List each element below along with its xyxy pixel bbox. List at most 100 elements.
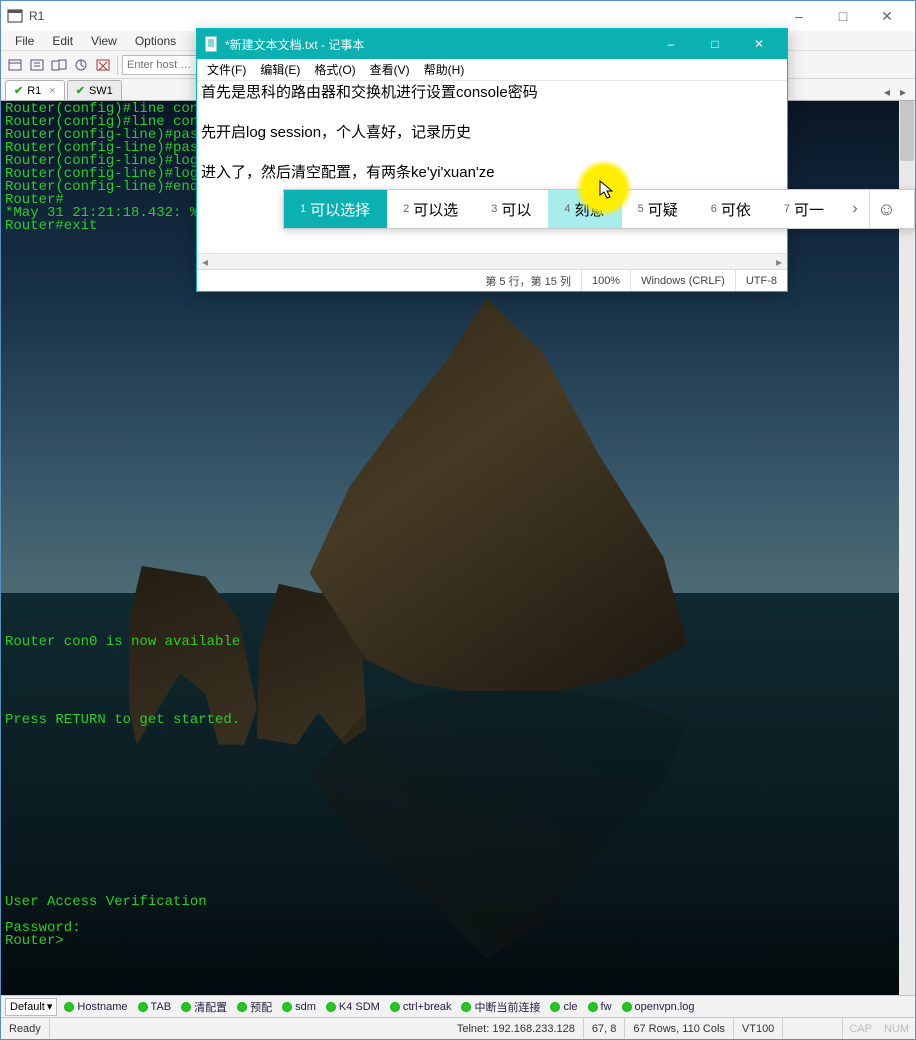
- ime-candidate-number: 1: [300, 203, 306, 215]
- ime-candidate-text: 可以选: [413, 199, 458, 220]
- check-icon: ✔: [76, 84, 85, 97]
- notepad-line: 进入了，然后清空配置，有两条ke'yi'xuan'ze: [201, 163, 783, 183]
- menu-view[interactable]: View: [83, 32, 125, 50]
- dropdown-label: Default: [10, 1001, 45, 1013]
- toolbar-icon-4[interactable]: [71, 55, 91, 75]
- tab-close-icon[interactable]: ×: [49, 85, 55, 97]
- ime-candidate[interactable]: 6可依: [695, 190, 768, 228]
- ime-candidate[interactable]: 5可疑: [622, 190, 695, 228]
- macro-group-dropdown[interactable]: Default ▾: [5, 998, 57, 1016]
- np-status-eol: Windows (CRLF): [630, 270, 735, 291]
- macro-label: sdm: [295, 1001, 316, 1013]
- np-status-zoom: 100%: [581, 270, 630, 291]
- notepad-hscrollbar[interactable]: ◂ ▸: [197, 253, 787, 269]
- ime-candidate[interactable]: 1 可以选择: [284, 190, 387, 228]
- menu-options[interactable]: Options: [127, 32, 184, 50]
- macro-label: fw: [601, 1001, 612, 1013]
- notepad-window[interactable]: *新建文本文档.txt - 记事本 – □ ✕ 文件(F) 编辑(E) 格式(O…: [196, 28, 788, 292]
- notepad-close-button[interactable]: ✕: [737, 30, 781, 58]
- ime-candidate[interactable]: 2 可以选: [387, 190, 475, 228]
- toolbar-icon-3[interactable]: [49, 55, 69, 75]
- notepad-titlebar[interactable]: *新建文本文档.txt - 记事本 – □ ✕: [197, 29, 787, 59]
- status-cursor: 67, 8: [584, 1018, 625, 1039]
- toolbar-separator: [117, 55, 118, 75]
- menu-file[interactable]: File: [7, 32, 42, 50]
- toolbar-icon-2[interactable]: [27, 55, 47, 75]
- ime-candidate-number: 6: [711, 203, 717, 215]
- ime-candidate-number: 2: [403, 203, 409, 215]
- toolbar-icon-1[interactable]: [5, 55, 25, 75]
- app-icon: [7, 8, 23, 24]
- macro-button[interactable]: openvpn.log: [619, 999, 698, 1015]
- ime-candidate-text: 可以选择: [310, 199, 370, 220]
- notepad-menubar: 文件(F) 编辑(E) 格式(O) 查看(V) 帮助(H): [197, 59, 787, 81]
- np-menu-help[interactable]: 帮助(H): [418, 59, 471, 80]
- ime-candidate-bar[interactable]: 1 可以选择 2 可以选 3 可以 4 刻意 5可疑6可依7可一›☺: [283, 189, 915, 229]
- ime-candidate[interactable]: 4 刻意: [548, 190, 621, 228]
- macro-button[interactable]: K4 SDM: [323, 999, 383, 1015]
- macro-button[interactable]: 预配: [234, 999, 275, 1015]
- scroll-left-icon[interactable]: ◂: [197, 254, 213, 270]
- status-telnet: Telnet: 192.168.233.128: [449, 1018, 584, 1039]
- ime-next-icon[interactable]: ›: [841, 190, 869, 228]
- macro-bar: Default ▾ Hostname TAB 清配置 预配 sdm K4 SDM ctrl+…: [1, 995, 915, 1017]
- macro-dot-icon: [181, 1002, 191, 1012]
- macro-dot-icon: [64, 1002, 74, 1012]
- ime-candidate-text: 可以: [501, 199, 531, 220]
- main-titlebar[interactable]: R1 – □ ✕: [1, 1, 915, 31]
- macro-dot-icon: [326, 1002, 336, 1012]
- np-menu-edit[interactable]: 编辑(E): [254, 59, 306, 80]
- menu-edit[interactable]: Edit: [44, 32, 81, 50]
- window-title: R1: [29, 9, 777, 23]
- status-size: 67 Rows, 110 Cols: [625, 1018, 734, 1039]
- macro-button[interactable]: fw: [585, 999, 615, 1015]
- ime-candidate-number: 3: [491, 203, 497, 215]
- status-bar: Ready Telnet: 192.168.233.128 67, 8 67 R…: [1, 1017, 915, 1039]
- np-menu-file[interactable]: 文件(F): [201, 59, 252, 80]
- ime-candidate-text: 可一: [794, 199, 824, 220]
- minimize-button[interactable]: –: [777, 2, 821, 30]
- macro-label: cle: [563, 1001, 577, 1013]
- close-button[interactable]: ✕: [865, 2, 909, 30]
- toolbar-icon-5[interactable]: [93, 55, 113, 75]
- tab-label: R1: [27, 85, 41, 97]
- np-menu-view[interactable]: 查看(V): [364, 59, 416, 80]
- macro-dot-icon: [588, 1002, 598, 1012]
- ime-emoji-button[interactable]: ☺: [869, 190, 903, 228]
- notepad-minimize-button[interactable]: –: [649, 30, 693, 58]
- macro-dot-icon: [237, 1002, 247, 1012]
- macro-label: openvpn.log: [635, 1001, 695, 1013]
- status-cap: CAP: [843, 1023, 878, 1035]
- macro-dot-icon: [390, 1002, 400, 1012]
- tabs-prev-icon[interactable]: ◂: [879, 84, 895, 100]
- tabs-next-icon[interactable]: ▸: [895, 84, 911, 100]
- macro-button[interactable]: 清配置: [178, 999, 230, 1015]
- ime-candidate[interactable]: 3 可以: [475, 190, 548, 228]
- macro-button[interactable]: cle: [547, 999, 580, 1015]
- macro-button[interactable]: TAB: [135, 999, 175, 1015]
- terminal-scrollbar[interactable]: [899, 101, 915, 995]
- macro-button[interactable]: sdm: [279, 999, 319, 1015]
- scrollbar-thumb[interactable]: [900, 101, 914, 161]
- macro-button[interactable]: ctrl+break: [387, 999, 455, 1015]
- macro-label: ctrl+break: [403, 1001, 452, 1013]
- notepad-maximize-button[interactable]: □: [693, 30, 737, 58]
- macro-label: 中断当前连接: [474, 999, 540, 1015]
- macro-button[interactable]: 中断当前连接: [458, 999, 543, 1015]
- scroll-right-icon[interactable]: ▸: [771, 254, 787, 270]
- macro-dot-icon: [461, 1002, 471, 1012]
- notepad-line: 先开启log session，个人喜好，记录历史: [201, 123, 783, 143]
- ime-candidate-text: 刻意: [575, 199, 605, 220]
- macro-label: 预配: [250, 999, 272, 1015]
- ime-candidate-number: 4: [564, 203, 570, 215]
- maximize-button[interactable]: □: [821, 2, 865, 30]
- ime-candidate[interactable]: 7可一: [768, 190, 841, 228]
- np-menu-format[interactable]: 格式(O): [308, 59, 361, 80]
- session-tab-r1[interactable]: ✔ R1 ×: [5, 80, 65, 100]
- status-ready: Ready: [1, 1018, 50, 1039]
- tab-label: SW1: [89, 85, 113, 97]
- macro-button[interactable]: Hostname: [61, 999, 130, 1015]
- notepad-statusbar: 第 5 行，第 15 列 100% Windows (CRLF) UTF-8: [197, 269, 787, 291]
- session-tab-sw1[interactable]: ✔ SW1: [67, 80, 122, 100]
- macro-label: 清配置: [194, 999, 227, 1015]
